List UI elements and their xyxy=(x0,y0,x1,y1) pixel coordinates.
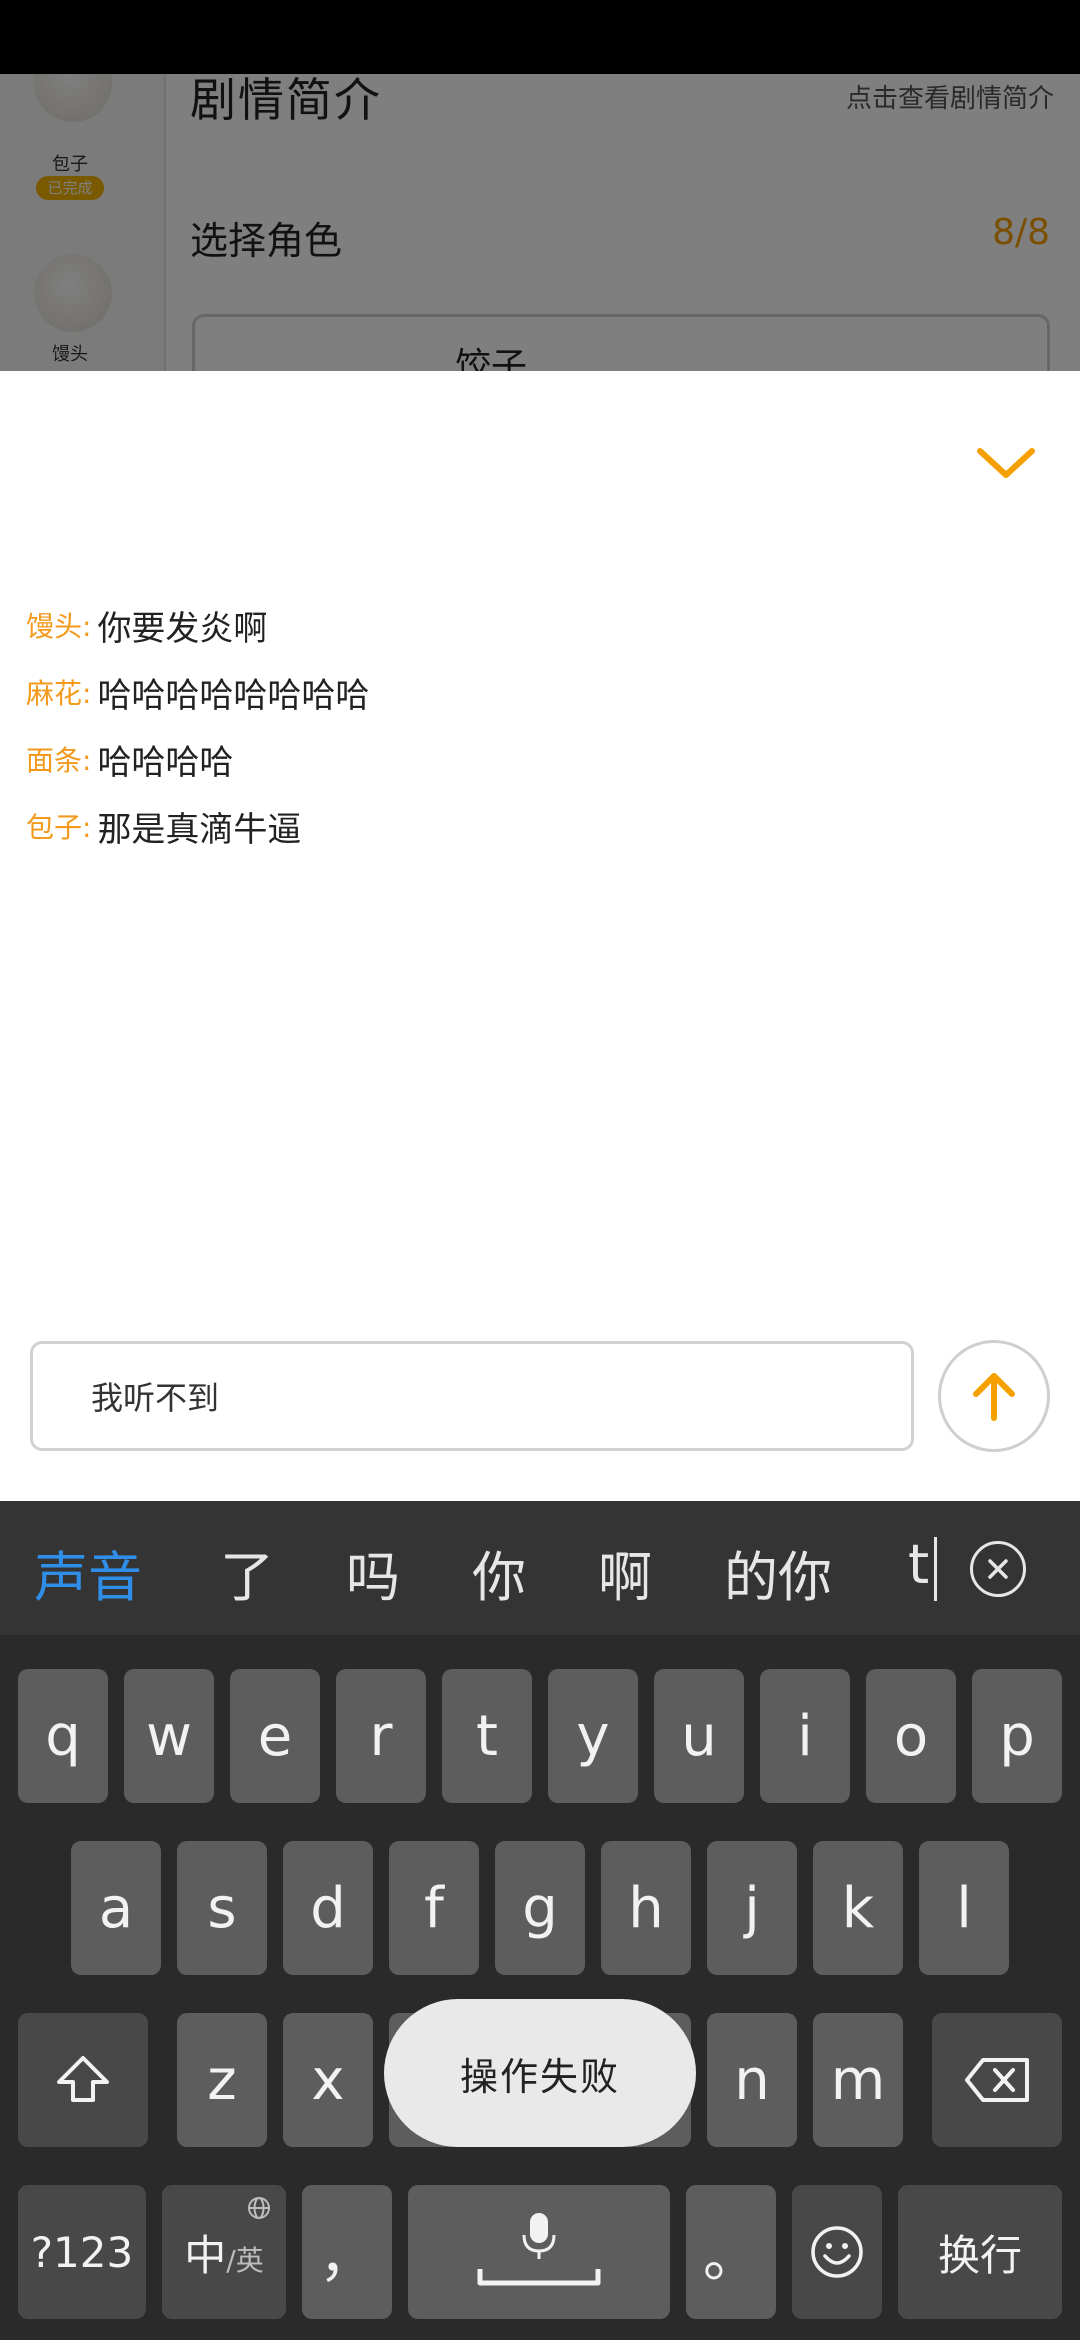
shift-icon xyxy=(57,2056,109,2102)
globe-icon xyxy=(248,2197,270,2219)
key-p[interactable]: p xyxy=(972,1669,1062,1803)
language-switch-key[interactable]: 中/英 xyxy=(162,2185,286,2319)
key-t[interactable]: t xyxy=(442,1669,532,1803)
key-i[interactable]: i xyxy=(760,1669,850,1803)
message-speaker: 包子: xyxy=(26,811,92,844)
close-icon xyxy=(988,1559,1008,1579)
candidate-word[interactable]: 了 xyxy=(220,1533,274,1612)
key-g[interactable]: g xyxy=(495,1841,585,1975)
arrow-up-icon xyxy=(973,1373,1015,1421)
shift-key[interactable] xyxy=(18,2013,148,2147)
key-d[interactable]: d xyxy=(283,1841,373,1975)
candidate-word[interactable]: t xyxy=(908,1533,929,1596)
message-text: 哈哈哈哈 xyxy=(97,743,234,783)
backspace-key[interactable] xyxy=(932,2013,1062,2147)
key-s[interactable]: s xyxy=(177,1841,267,1975)
microphone-icon xyxy=(477,2213,601,2286)
candidate-word[interactable]: 声音 xyxy=(34,1533,142,1612)
chevron-down-icon xyxy=(977,448,1035,478)
chat-message: 面条: 哈哈哈哈 xyxy=(26,741,1056,808)
keyboard: 声音 了 吗 你 啊 的你 t q w e r t y u i o p a s … xyxy=(0,1501,1080,2340)
candidate-bar: 声音 了 吗 你 啊 的你 t xyxy=(0,1501,1080,1635)
chat-panel: 馒头: 你要发炎啊 麻花: 哈哈哈哈哈哈哈哈 面条: 哈哈哈哈 包子: 那是真滴… xyxy=(0,371,1080,1501)
comma-key[interactable]: ， xyxy=(302,2185,392,2319)
key-u[interactable]: u xyxy=(654,1669,744,1803)
message-list: 馒头: 你要发炎啊 麻花: 哈哈哈哈哈哈哈哈 面条: 哈哈哈哈 包子: 那是真滴… xyxy=(26,607,1056,875)
key-o[interactable]: o xyxy=(866,1669,956,1803)
candidate-word[interactable]: 啊 xyxy=(598,1533,652,1612)
numbers-key[interactable]: ?123 xyxy=(18,2185,146,2319)
candidate-word[interactable]: 你 xyxy=(472,1533,526,1612)
send-button[interactable] xyxy=(938,1340,1050,1452)
backspace-icon xyxy=(965,2058,1029,2102)
key-a[interactable]: a xyxy=(71,1841,161,1975)
space-key[interactable] xyxy=(408,2185,670,2319)
message-speaker: 面条: xyxy=(26,744,92,777)
candidate-word[interactable]: 吗 xyxy=(346,1533,400,1612)
message-speaker: 馒头: xyxy=(26,610,92,643)
message-text: 哈哈哈哈哈哈哈哈 xyxy=(97,676,370,716)
key-e[interactable]: e xyxy=(230,1669,320,1803)
key-h[interactable]: h xyxy=(601,1841,691,1975)
candidate-word[interactable]: 的你 xyxy=(724,1533,832,1612)
chat-message: 馒头: 你要发炎啊 xyxy=(26,607,1056,674)
key-w[interactable]: w xyxy=(124,1669,214,1803)
key-y[interactable]: y xyxy=(548,1669,638,1803)
key-k[interactable]: k xyxy=(813,1841,903,1975)
emoji-key[interactable] xyxy=(792,2185,882,2319)
language-key-sublabel: /英 xyxy=(226,2244,264,2277)
key-f[interactable]: f xyxy=(389,1841,479,1975)
message-speaker: 麻花: xyxy=(26,677,92,710)
key-n[interactable]: n xyxy=(707,2013,797,2147)
enter-key[interactable]: 换行 xyxy=(898,2185,1062,2319)
message-text: 你要发炎啊 xyxy=(97,609,268,649)
chat-message: 麻花: 哈哈哈哈哈哈哈哈 xyxy=(26,674,1056,741)
key-j[interactable]: j xyxy=(707,1841,797,1975)
period-key[interactable]: 。 xyxy=(686,2185,776,2319)
status-bar xyxy=(0,0,1080,74)
collapse-button[interactable] xyxy=(966,433,1046,493)
toast-message: 操作失败 xyxy=(384,1999,696,2147)
candidate-separator xyxy=(934,1537,937,1601)
message-input[interactable] xyxy=(33,1344,911,1448)
key-l[interactable]: l xyxy=(919,1841,1009,1975)
message-text: 那是真滴牛逼 xyxy=(97,810,302,850)
chat-message: 包子: 那是真滴牛逼 xyxy=(26,808,1056,875)
emoji-icon xyxy=(811,2226,863,2278)
key-q[interactable]: q xyxy=(18,1669,108,1803)
key-m[interactable]: m xyxy=(813,2013,903,2147)
message-input-box xyxy=(30,1341,914,1451)
key-z[interactable]: z xyxy=(177,2013,267,2147)
language-key-label: 中 xyxy=(184,2230,227,2280)
key-r[interactable]: r xyxy=(336,1669,426,1803)
close-candidates-button[interactable] xyxy=(970,1541,1026,1597)
key-x[interactable]: x xyxy=(283,2013,373,2147)
